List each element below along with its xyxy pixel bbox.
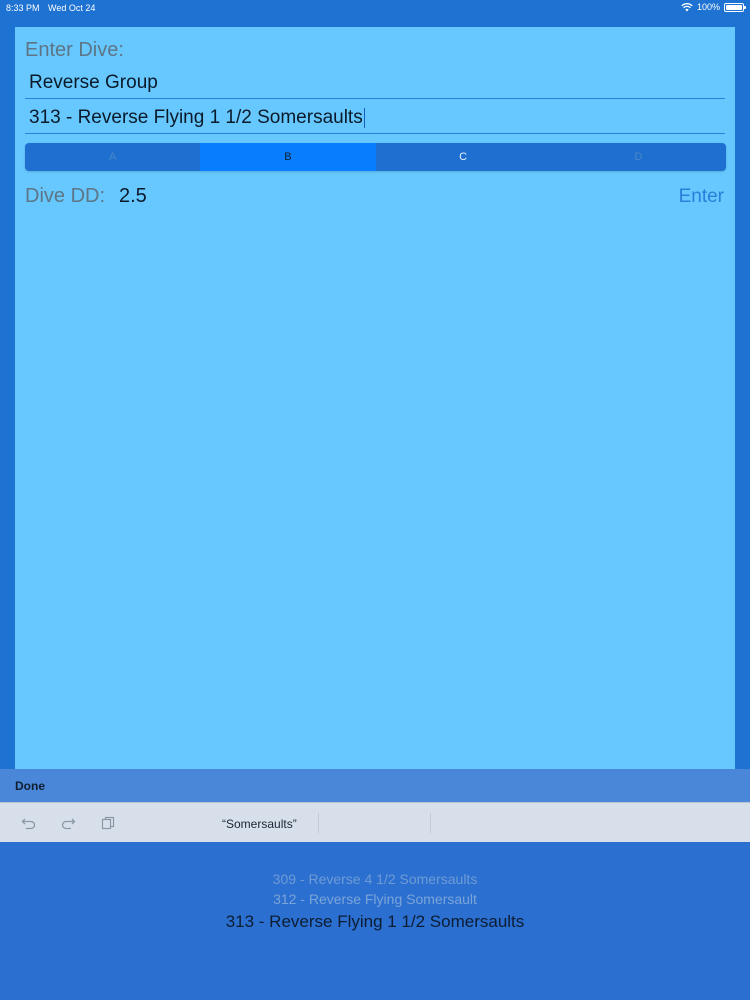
dive-dd-value: 2.5	[119, 185, 147, 207]
status-date: Wed Oct 24	[48, 3, 96, 13]
autocorrect-suggestion[interactable]: “Somersaults”	[222, 817, 297, 831]
dive-group-field[interactable]: Reverse Group	[25, 69, 725, 99]
enter-button[interactable]: Enter	[679, 186, 724, 208]
segment-b[interactable]: B	[200, 143, 376, 171]
dive-dd-label: Dive DD:	[25, 185, 106, 207]
status-indicators: 100%	[681, 2, 746, 12]
undo-icon[interactable]	[21, 815, 37, 831]
picker-row[interactable]: 309 - Reverse 4 1/2 Somersaults	[0, 871, 750, 887]
done-button[interactable]: Done	[15, 779, 45, 793]
wifi-icon	[681, 3, 693, 12]
segment-c[interactable]: C	[376, 143, 551, 171]
battery-icon	[724, 2, 746, 12]
position-segmented-control[interactable]: A B C D	[25, 143, 726, 171]
suggestion-divider	[318, 813, 319, 833]
battery-percent: 100%	[696, 2, 720, 12]
enter-dive-label: Enter Dive:	[25, 39, 124, 61]
status-bar: 8:33 PM Wed Oct 24 100%	[0, 0, 750, 16]
text-cursor	[363, 107, 365, 128]
suggestion-divider	[430, 813, 431, 833]
dive-entry-panel: Enter Dive: Reverse Group 313 - Reverse …	[15, 27, 735, 772]
picker-row-faded	[0, 858, 750, 866]
paste-icon[interactable]	[100, 815, 116, 831]
dive-group-value: Reverse Group	[29, 72, 158, 93]
redo-icon[interactable]	[60, 815, 76, 831]
segment-a[interactable]: A	[25, 143, 200, 171]
dive-name-value-wrap: 313 - Reverse Flying 1 1/2 Somersaults	[29, 107, 365, 129]
segment-d[interactable]: D	[551, 143, 726, 171]
status-time: 8:33 PM	[6, 3, 40, 13]
picker-row-selected[interactable]: 313 - Reverse Flying 1 1/2 Somersaults	[0, 912, 750, 932]
keyboard-shortcut-bar: “Somersaults”	[0, 802, 750, 843]
dive-picker[interactable]: 309 - Reverse 4 1/2 Somersaults 312 - Re…	[0, 842, 750, 1000]
picker-row[interactable]: 312 - Reverse Flying Somersault	[0, 891, 750, 907]
dive-name-value: 313 - Reverse Flying 1 1/2 Somersaults	[29, 107, 363, 128]
input-accessory-bar: Done	[0, 769, 750, 802]
dive-name-field[interactable]: 313 - Reverse Flying 1 1/2 Somersaults	[25, 104, 725, 134]
